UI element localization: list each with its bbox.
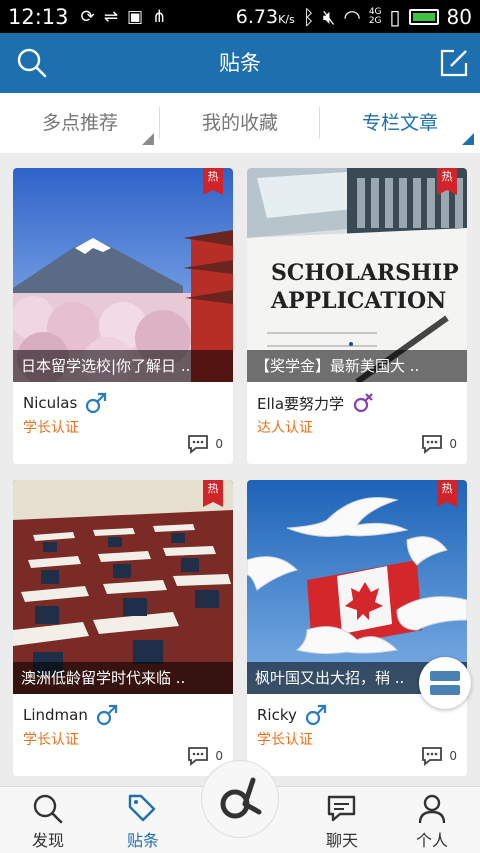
comment-count-value: 0 <box>215 749 223 763</box>
status-bar: 12:13 ⟳ ⇌ ▣ ⋔ 6.73K/s ᛒ 🔇︎ ◠ 4G 2G ▯ 80 <box>0 0 480 33</box>
image-icon: ▣ <box>127 6 144 27</box>
nav-tiezhi[interactable]: 贴条 <box>98 787 188 853</box>
nav-label: 个人 <box>415 831 448 850</box>
verification-badge: 学长认证 <box>257 732 313 748</box>
verification-badge: 达人认证 <box>257 420 313 436</box>
network-speed: 6.73K/s <box>235 5 295 28</box>
nav-discover[interactable]: 发现 <box>3 787 93 853</box>
article-title: 日本留学选校|你了解日 .. <box>13 350 233 382</box>
nav-chat[interactable]: 聊天 <box>297 787 387 853</box>
article-image: 热 澳洲低龄留学时代来临 .. <box>13 480 233 694</box>
chat-icon <box>327 795 356 822</box>
status-right: 6.73K/s ᛒ 🔇︎ ◠ 4G 2G ▯ 80 <box>236 5 472 29</box>
dropdown-corner-icon <box>462 133 474 145</box>
article-card[interactable]: 热 枫叶国又出大招，稍 .. Ricky 学长认证 0 <box>247 480 467 776</box>
hot-badge: 热 <box>437 168 457 195</box>
signal-icon: 4G 2G <box>368 7 382 26</box>
comment-icon <box>422 435 443 454</box>
author-name: Lindman <box>23 706 88 724</box>
tab-favorites[interactable]: 我的收藏 <box>160 93 320 153</box>
author-name-row: Lindman <box>23 704 118 726</box>
menu-bar-icon <box>430 671 460 681</box>
sync-icon: ⟳ <box>80 6 95 27</box>
nav-label: 聊天 <box>325 831 358 850</box>
image-text-line2: APPLICATION <box>270 288 446 314</box>
share-icon: ⋔ <box>152 6 167 27</box>
status-icons: ⟳ ⇌ ▣ ⋔ <box>81 7 167 27</box>
menu-bar-icon <box>430 685 460 695</box>
hot-badge: 热 <box>203 168 223 195</box>
article-card[interactable]: 热 日本留学选校|你了解日 .. Niculas 学长认证 0 <box>13 168 233 464</box>
comment-count-value: 0 <box>449 437 457 451</box>
wifi-icon: ◠ <box>343 4 361 29</box>
center-logo-button[interactable] <box>201 760 279 838</box>
comment-count[interactable]: 0 <box>187 746 223 766</box>
author-name: Ella要努力学 <box>257 394 345 413</box>
page-title: 贴条 <box>219 51 261 75</box>
nav-profile[interactable]: 个人 <box>387 787 477 853</box>
article-title: 澳洲低龄留学时代来临 .. <box>13 662 233 694</box>
comment-count-value: 0 <box>449 749 457 763</box>
author-name-row: Ricky <box>257 704 327 726</box>
hot-badge: 热 <box>437 480 457 507</box>
search-button[interactable] <box>16 47 48 79</box>
verification-badge: 学长认证 <box>23 420 79 436</box>
article-title: 【奖学金】最新美国大 .. <box>247 350 467 382</box>
tab-label: 我的收藏 <box>201 112 278 134</box>
net-2g: 2G <box>368 15 382 26</box>
male-icon <box>305 704 326 726</box>
search-icon <box>17 48 47 78</box>
logo-icon <box>220 777 262 819</box>
search-icon <box>33 794 63 824</box>
bluetooth-icon: ᛒ <box>302 4 315 29</box>
compose-button[interactable] <box>440 49 468 77</box>
author-info: Ella要努力学 达人认证 <box>257 392 374 437</box>
comment-icon <box>422 747 443 766</box>
tab-recommended[interactable]: 多点推荐 <box>0 93 160 153</box>
tab-bar: 多点推荐 我的收藏 专栏文章 <box>0 93 480 153</box>
status-time: 12:13 <box>8 4 69 29</box>
image-text-line1: SCHOLARSHIP <box>271 260 459 286</box>
comment-count-value: 0 <box>215 437 223 451</box>
article-image: SCHOLARSHIP APPLICATION 热 【奖学金】最新美国大 .. <box>247 168 467 382</box>
author-name-row: Niculas <box>23 392 107 414</box>
nav-label: 发现 <box>31 831 64 850</box>
author-name-row: Ella要努力学 <box>257 392 374 414</box>
comment-icon <box>188 747 209 766</box>
floating-menu-button[interactable] <box>419 657 471 709</box>
author-info: Ricky 学长认证 <box>257 704 327 749</box>
verification-badge: 学长认证 <box>23 732 79 748</box>
comment-count[interactable]: 0 <box>421 434 457 454</box>
tab-column-articles[interactable]: 专栏文章 <box>320 93 480 153</box>
article-image: 热 日本留学选校|你了解日 .. <box>13 168 233 382</box>
male-icon <box>86 392 107 414</box>
male-icon <box>96 704 117 726</box>
person-icon <box>418 794 446 824</box>
sim-icon: ▯ <box>389 4 401 29</box>
article-card[interactable]: SCHOLARSHIP APPLICATION 热 【奖学金】最新美国大 .. … <box>247 168 467 464</box>
article-grid: 热 日本留学选校|你了解日 .. Niculas 学长认证 0 SCHOLARS… <box>13 168 467 776</box>
author-name: Niculas <box>23 394 78 412</box>
author-info: Lindman 学长认证 <box>23 704 118 749</box>
article-card[interactable]: 热 澳洲低龄留学时代来临 .. Lindman 学长认证 0 <box>13 480 233 776</box>
app-header: 贴条 <box>0 33 480 93</box>
author-name: Ricky <box>257 706 297 724</box>
nav-label: 贴条 <box>126 831 159 850</box>
hot-badge: 热 <box>203 480 223 507</box>
female-icon <box>353 393 373 413</box>
comment-count[interactable]: 0 <box>421 746 457 766</box>
comment-icon <box>188 435 209 454</box>
comment-count[interactable]: 0 <box>187 434 223 454</box>
battery-percent: 80 <box>446 4 472 29</box>
tab-label: 多点推荐 <box>41 112 118 134</box>
tag-icon <box>128 794 156 822</box>
mute-icon: 🔇︎ <box>322 4 336 29</box>
tab-label: 专栏文章 <box>361 112 438 134</box>
speed-unit: K/s <box>278 12 295 26</box>
author-info: Niculas 学长认证 <box>23 392 107 437</box>
usb-icon: ⇌ <box>103 6 119 27</box>
dropdown-corner-icon <box>142 133 154 145</box>
battery-icon <box>408 8 439 25</box>
edit-icon <box>440 49 468 77</box>
